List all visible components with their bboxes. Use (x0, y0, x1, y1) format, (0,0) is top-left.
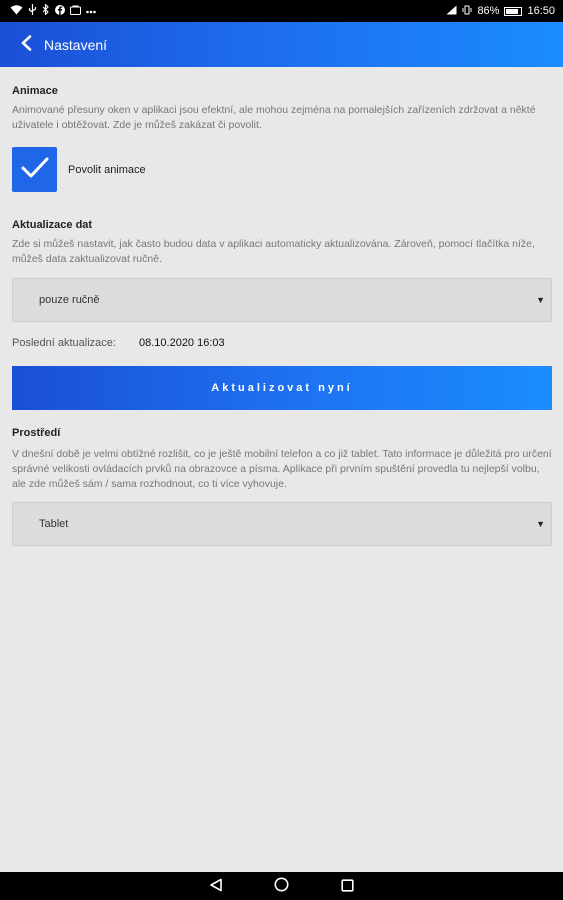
environment-description: V dnešní době je velmi obtížné rozlišit,… (12, 448, 552, 490)
battery-percent: 86% (477, 5, 500, 17)
status-bar: 86% 16:50 (0, 0, 563, 22)
data-update-description: Zde si můžeš nastavit, jak často budou d… (12, 238, 535, 265)
dropdown-arrow-icon: ▼ (536, 295, 545, 305)
animations-section-title: Animace (12, 85, 58, 97)
update-frequency-value: pouze ručně (39, 294, 100, 306)
nav-home-button[interactable] (272, 876, 292, 896)
animations-toggle-row[interactable]: Povolit animace (12, 147, 552, 192)
status-icons-right: 86% 16:50 (446, 5, 555, 18)
environment-select[interactable]: Tablet ▼ (12, 502, 552, 546)
page-title: Nastavení (44, 36, 108, 53)
settings-content: Animace Animované přesuny oken v aplikac… (12, 67, 552, 546)
vibrate-icon (462, 5, 472, 18)
home-circle-icon (274, 877, 289, 896)
update-frequency-select[interactable]: pouze ručně ▼ (12, 278, 552, 322)
last-update-label: Poslední aktualizace: (12, 337, 116, 349)
status-icons-left (10, 3, 96, 18)
clock: 16:50 (527, 5, 555, 17)
wifi-icon (10, 4, 23, 18)
recents-square-icon (341, 877, 354, 896)
dropdown-arrow-icon: ▼ (536, 519, 545, 529)
checkmark-icon (21, 156, 49, 184)
battery-icon (504, 6, 523, 16)
nav-recents-button[interactable] (338, 876, 358, 896)
animations-checkbox[interactable] (12, 147, 57, 192)
notification-icon (70, 5, 81, 18)
system-nav-bar (0, 872, 563, 900)
data-update-section-title: Aktualizace dat (12, 219, 93, 231)
environment-section-title: Prostředí (12, 427, 61, 439)
chevron-left-icon (20, 34, 32, 55)
last-update-value: 08.10.2020 16:03 (139, 337, 225, 349)
more-icon (86, 5, 96, 17)
update-now-button[interactable]: Aktualizovat nyní (12, 366, 552, 410)
animations-description: Animované přesuny oken v aplikaci jsou e… (12, 104, 536, 131)
back-triangle-icon (209, 877, 223, 896)
facebook-icon (55, 4, 65, 18)
bluetooth-icon (42, 3, 50, 18)
last-update-row: Poslední aktualizace: 08.10.2020 16:03 (12, 337, 552, 349)
usb-icon (28, 4, 37, 18)
environment-value: Tablet (39, 518, 69, 530)
signal-icon (446, 5, 457, 18)
animations-checkbox-label: Povolit animace (68, 163, 146, 176)
back-button[interactable] (8, 22, 44, 67)
nav-back-button[interactable] (206, 876, 226, 896)
app-bar: Nastavení (0, 22, 563, 67)
